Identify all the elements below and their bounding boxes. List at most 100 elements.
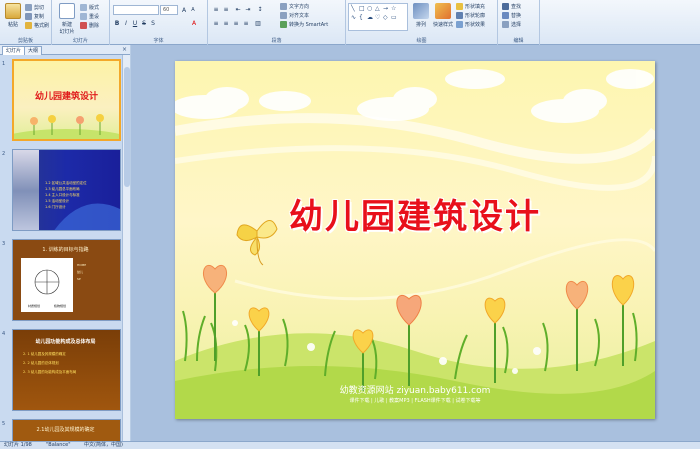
thumbnail-scrollbar[interactable]: [122, 55, 130, 441]
format-painter-button[interactable]: 格式刷: [25, 21, 49, 30]
font-size-box[interactable]: 60: [160, 5, 178, 15]
slide-number: 4: [2, 331, 6, 337]
outline-pen-icon: [456, 12, 463, 19]
arrow-shape-icon: →: [383, 5, 389, 12]
slides-group: 新建 幻灯片 版式 重设 删除 幻灯片: [52, 0, 110, 45]
new-slide-button[interactable]: 新建 幻灯片: [55, 3, 79, 35]
layout-button[interactable]: 版式: [80, 3, 99, 12]
thumb-label: HOME: [77, 263, 87, 267]
shape-effects-label: 形状效果: [465, 22, 486, 28]
slide-thumbnail-2[interactable]: 1.2 区域公共活动室的定位 1.3 幼儿园总平面布局 1.4 主入口设计与标准…: [12, 149, 121, 231]
find-button[interactable]: 查找: [502, 2, 521, 11]
shape-effects-button[interactable]: 形状效果: [456, 20, 485, 29]
font-group-label: 字体: [153, 38, 164, 44]
slide-number: 3: [2, 241, 6, 247]
select-arrow-icon: [502, 21, 509, 28]
reset-icon: [80, 13, 87, 20]
text-direction-button[interactable]: 文字方向: [280, 2, 309, 11]
decrease-indent-icon[interactable]: ⇤: [234, 5, 242, 13]
callout-shape-icon: ▭: [391, 14, 397, 21]
grow-font-icon[interactable]: A: [180, 6, 188, 14]
slide-thumbnail-4[interactable]: 幼儿园功能构成及总体布局 2. 1 幼儿园及其规模的确定 2. 2 幼儿园的总体…: [12, 329, 121, 411]
heart-shape-icon: ♡: [375, 14, 381, 21]
current-slide[interactable]: 幼儿园建筑设计 幼教资源网站 ziyuan.baby611.com 课件下载 |…: [175, 61, 655, 419]
slide-editor: 幼儿园建筑设计 幼教资源网站 ziyuan.baby611.com 课件下载 |…: [131, 45, 700, 441]
cloud-shape-icon: ☁: [367, 14, 373, 21]
delete-button[interactable]: 删除: [80, 21, 99, 30]
brush-icon: [25, 22, 32, 29]
shrink-font-icon[interactable]: A: [189, 6, 197, 14]
arrange-button[interactable]: 排列: [410, 3, 432, 28]
paragraph-group-label: 段落: [271, 38, 282, 44]
paste-label: 粘贴: [7, 22, 18, 28]
increase-indent-icon[interactable]: ⇥: [244, 5, 252, 13]
bullets-icon[interactable]: ≡: [212, 5, 220, 13]
paste-icon: [5, 3, 21, 19]
strikethrough-icon[interactable]: S: [140, 19, 148, 27]
thumb-list: 1.2 区域公共活动室的定位 1.3 幼儿园总平面布局 1.4 主入口设计与标准…: [45, 180, 87, 210]
slide-background-illustration: [175, 69, 655, 419]
editing-group: 查找 替换 选择 编辑: [498, 0, 540, 45]
paste-button[interactable]: 粘贴: [2, 3, 24, 28]
align-center-icon[interactable]: ≡: [222, 19, 230, 27]
thumb-title: 幼儿园功能构成及总体布局: [35, 339, 96, 345]
quick-styles-button[interactable]: 快速样式: [430, 3, 456, 28]
close-icon[interactable]: ×: [122, 46, 127, 53]
slide-footer-links[interactable]: 课件下载 | 儿歌 | 教案MP3 | FLASH课件下载 | 试卷下载等: [175, 397, 655, 404]
slide-number: 1: [2, 61, 6, 67]
copy-button[interactable]: 复制: [25, 12, 44, 21]
slide-title[interactable]: 幼儿园建筑设计: [175, 189, 655, 238]
convert-smartart-button[interactable]: 转换为 SmartArt: [280, 20, 328, 29]
shape-fill-button[interactable]: 形状填充: [456, 2, 485, 11]
align-text-icon: [280, 12, 287, 19]
align-right-icon[interactable]: ≡: [232, 19, 240, 27]
shapes-gallery[interactable]: ╲ □ ○ △ → ☆ ∿ { ☁ ♡ ◇ ▭: [348, 3, 408, 31]
slide-thumbnail-5[interactable]: 2.1幼儿园及其规模的确定: [12, 419, 121, 441]
scrollbar-thumb[interactable]: [124, 67, 130, 187]
underline-icon[interactable]: U: [131, 19, 139, 27]
format-painter-label: 格式刷: [34, 23, 50, 29]
select-button[interactable]: 选择: [502, 20, 521, 29]
font-color-icon[interactable]: A: [190, 19, 198, 27]
smartart-label: 转换为 SmartArt: [289, 22, 329, 28]
slide-footer-site[interactable]: 幼教资源网站 ziyuan.baby611.com: [175, 383, 655, 396]
shadow-icon[interactable]: S: [149, 19, 157, 27]
find-label: 查找: [511, 4, 522, 10]
font-name-box[interactable]: [113, 5, 159, 15]
cut-button[interactable]: 剪切: [25, 3, 44, 12]
language-status[interactable]: 中文(简体，中国): [84, 442, 123, 449]
italic-icon[interactable]: I: [122, 19, 130, 27]
diamond-shape-icon: ◇: [383, 14, 388, 21]
status-bar: 幻灯片 1/98 "Balance" 中文(简体，中国): [0, 441, 700, 449]
thumb-title: 幼儿园建筑设计: [34, 92, 98, 102]
thumb-line: 2. 1 幼儿园及其规模的确定: [23, 352, 66, 356]
shape-outline-button[interactable]: 形状轮廓: [456, 11, 485, 20]
tab-outline[interactable]: 大纲: [24, 46, 43, 55]
columns-icon[interactable]: ▥: [254, 19, 262, 27]
reset-label: 重设: [89, 14, 100, 20]
clipboard-group-label: 剪贴板: [17, 38, 33, 44]
thumb-title: 1. 训练的目标与指路: [42, 247, 89, 253]
reset-button[interactable]: 重设: [80, 12, 99, 21]
paragraph-group: ≡ ≡ ⇤ ⇥ ↕ ≡ ≡ ≡ ≡ ▥ 文字方向 对齐文本 转换为 SmartA…: [208, 0, 346, 45]
ribbon: 粘贴 剪切 复制 格式刷 剪贴板 新建 幻灯片 版式 重设 删除 幻灯片 60 …: [0, 0, 700, 45]
cut-label: 剪切: [34, 5, 45, 11]
shape-outline-label: 形状轮廓: [465, 13, 486, 19]
tab-slides[interactable]: 幻灯片: [2, 46, 26, 55]
replace-label: 替换: [511, 13, 522, 19]
slide-thumbnail-1[interactable]: 幼儿园建筑设计: [12, 59, 121, 141]
thumb-line: 2. 3 幼儿园的功能构成及平面布局: [23, 370, 77, 374]
slide-thumbnail-panel: 幻灯片 大纲 × 1 幼儿园建筑设计 2 1.2 区域公共活动室的定位 1.3 …: [0, 45, 130, 441]
line-spacing-icon[interactable]: ↕: [256, 5, 264, 13]
thumb-label: 材质规划: [27, 304, 40, 308]
text-direction-label: 文字方向: [289, 4, 310, 10]
bold-icon[interactable]: B: [113, 19, 121, 27]
slide-thumbnail-3[interactable]: 1. 训练的目标与指路 材质规划 植物规划 HOME 幼儿 SP: [12, 239, 121, 321]
justify-icon[interactable]: ≡: [242, 19, 250, 27]
thumb-flowers-illustration: [14, 114, 119, 139]
align-left-icon[interactable]: ≡: [212, 19, 220, 27]
align-text-button[interactable]: 对齐文本: [280, 11, 309, 20]
replace-button[interactable]: 替换: [502, 11, 521, 20]
arrange-label: 排列: [415, 22, 426, 28]
numbering-icon[interactable]: ≡: [222, 5, 230, 13]
